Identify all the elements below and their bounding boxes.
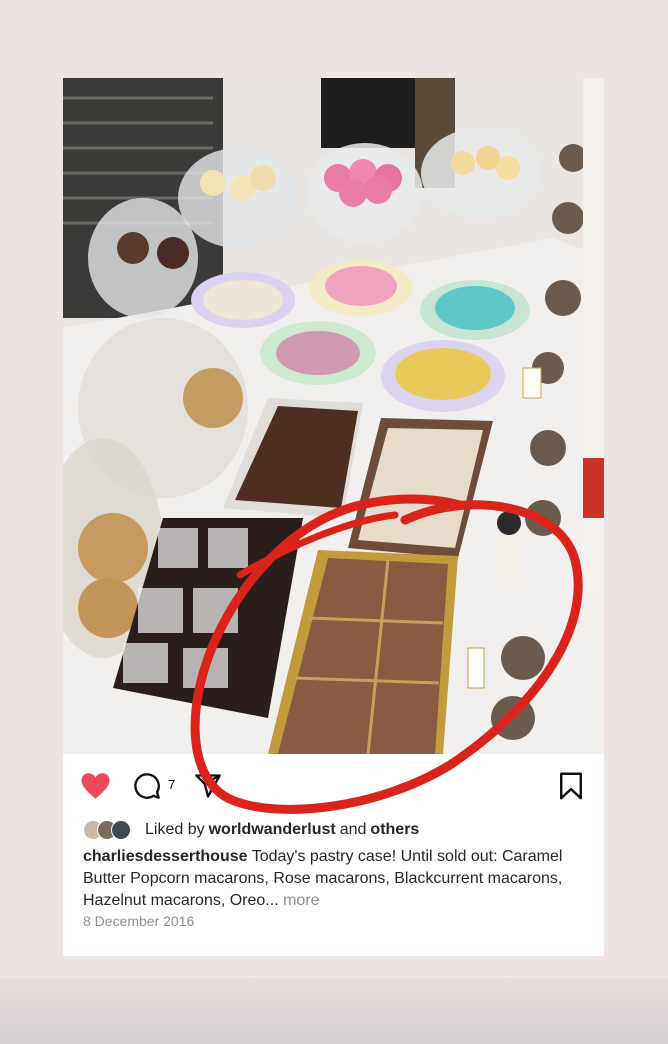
share-icon[interactable] bbox=[193, 772, 223, 805]
liked-by-row[interactable]: Liked by worldwanderlust and others bbox=[83, 819, 423, 841]
liked-by-others[interactable]: others bbox=[370, 821, 419, 839]
pastry-case-photo bbox=[63, 78, 604, 754]
bookmark-icon[interactable] bbox=[560, 772, 582, 805]
liked-by-username[interactable]: worldwanderlust bbox=[209, 821, 336, 839]
liker-avatars bbox=[83, 819, 141, 841]
post-date: 8 December 2016 bbox=[83, 913, 195, 929]
post-actions-bar bbox=[63, 754, 604, 814]
instagram-post-card: 7 Liked by worldwanderlust and others ch… bbox=[63, 78, 604, 956]
caption-more-link[interactable]: more bbox=[283, 892, 319, 909]
liked-by-and: and bbox=[339, 821, 367, 838]
post-caption: charliesdesserthouse Today's pastry case… bbox=[83, 846, 583, 912]
comment-icon[interactable] bbox=[133, 772, 161, 805]
story-bottom-bar bbox=[0, 978, 668, 1044]
liked-by-prefix: Liked by bbox=[145, 821, 205, 838]
caption-username[interactable]: charliesdesserthouse bbox=[83, 848, 248, 865]
post-photo[interactable] bbox=[63, 78, 604, 754]
avatar bbox=[111, 820, 131, 840]
comment-count[interactable]: 7 bbox=[168, 777, 175, 792]
heart-icon[interactable] bbox=[80, 772, 111, 805]
